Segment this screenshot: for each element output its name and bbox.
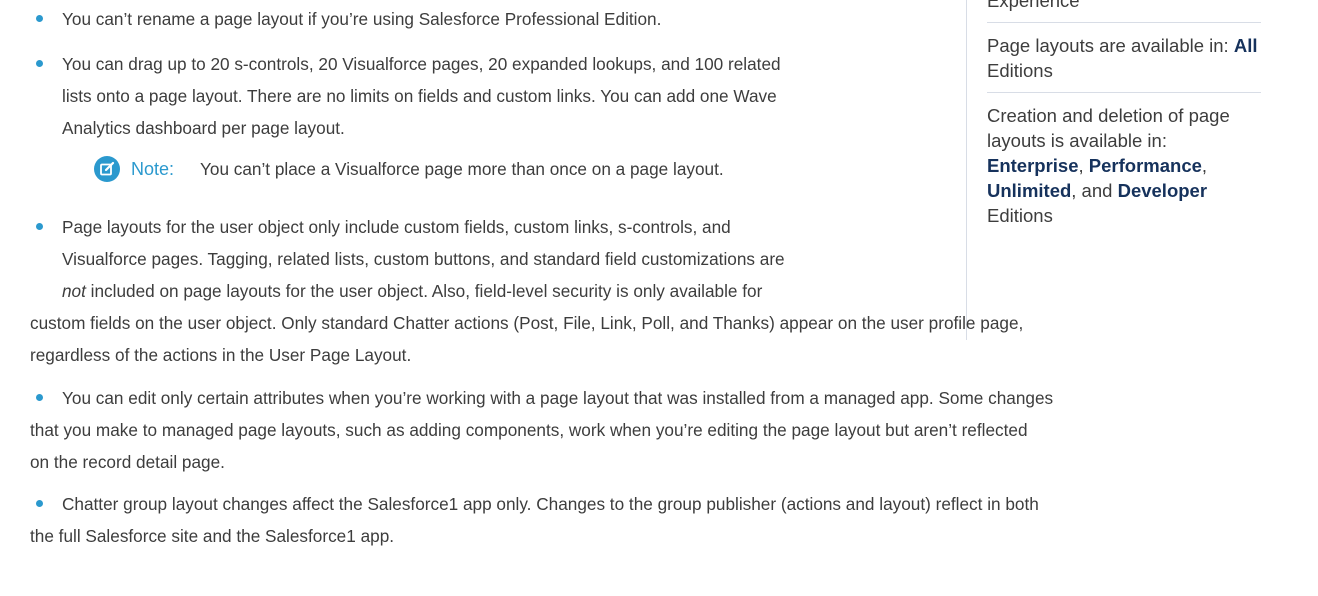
creation-edition-enterprise: Enterprise	[987, 155, 1079, 176]
sidebar-availability: Page layouts are available in: All Editi…	[987, 23, 1261, 93]
bullet-drag-limits-line-3: Analytics dashboard per page layout.	[62, 118, 345, 138]
bullet-chatter-group-line-2: the full Salesforce site and the Salesfo…	[30, 526, 395, 546]
creation-sep-1: ,	[1078, 155, 1089, 176]
creation-sep-2: ,	[1201, 155, 1208, 176]
sidebar-edition-fragment: Experience	[987, 0, 1261, 23]
bullet-drag-limits-line-1: You can drag up to 20 s-controls, 20 Vis…	[62, 54, 781, 74]
creation-suffix: Editions	[987, 205, 1053, 226]
bullet-user-object-line-2: Visualforce pages. Tagging, related list…	[62, 249, 785, 269]
bullet-rename-layout: You can’t rename a page layout if you’re…	[62, 9, 662, 29]
bullet-managed-app-line-2: that you make to managed page layouts, s…	[30, 420, 1028, 440]
availability-prefix: Page layouts are available in:	[987, 35, 1234, 56]
sidebar-creation: Creation and deletion of page layouts is…	[987, 93, 1261, 237]
bullet-managed-app-line-1: You can edit only certain attributes whe…	[62, 388, 1054, 408]
creation-sep-3: , and	[1071, 180, 1118, 201]
bullet-dot	[36, 394, 43, 401]
creation-edition-performance: Performance	[1088, 155, 1202, 176]
creation-prefix: Creation and deletion of page layouts is…	[987, 105, 1230, 151]
bullet-user-object-line-3: not included on page layouts for the use…	[62, 278, 762, 304]
note-text: You can’t place a Visualforce page more …	[200, 159, 724, 179]
creation-edition-developer: Developer	[1117, 180, 1208, 201]
bullet-user-object-line-3-rest: included on page layouts for the user ob…	[85, 281, 763, 301]
bullet-user-object-line-1: Page layouts for the user object only in…	[62, 217, 731, 237]
emphasis-not: not	[62, 281, 86, 301]
bullet-dot	[36, 15, 43, 22]
bullet-managed-app-line-3: on the record detail page.	[30, 452, 225, 472]
edition-sidebar: Experience Page layouts are available in…	[966, 0, 1267, 340]
sidebar-fragment-text: Experience	[987, 0, 1080, 11]
creation-edition-unlimited: Unlimited	[987, 180, 1072, 201]
bullet-drag-limits-line-2: lists onto a page layout. There are no l…	[62, 86, 777, 106]
availability-edition: All	[1233, 35, 1258, 56]
bullet-chatter-group-line-1: Chatter group layout changes affect the …	[62, 494, 1039, 514]
bullet-user-object-line-5: regardless of the actions in the User Pa…	[30, 345, 412, 365]
availability-suffix: Editions	[987, 60, 1053, 81]
bullet-user-object-line-4: custom fields on the user object. Only s…	[30, 313, 1024, 333]
bullet-dot	[36, 500, 43, 507]
note-label: Note:	[131, 159, 175, 179]
note-edit-icon	[94, 156, 120, 182]
bullet-dot	[36, 60, 43, 67]
bullet-dot	[36, 223, 43, 230]
